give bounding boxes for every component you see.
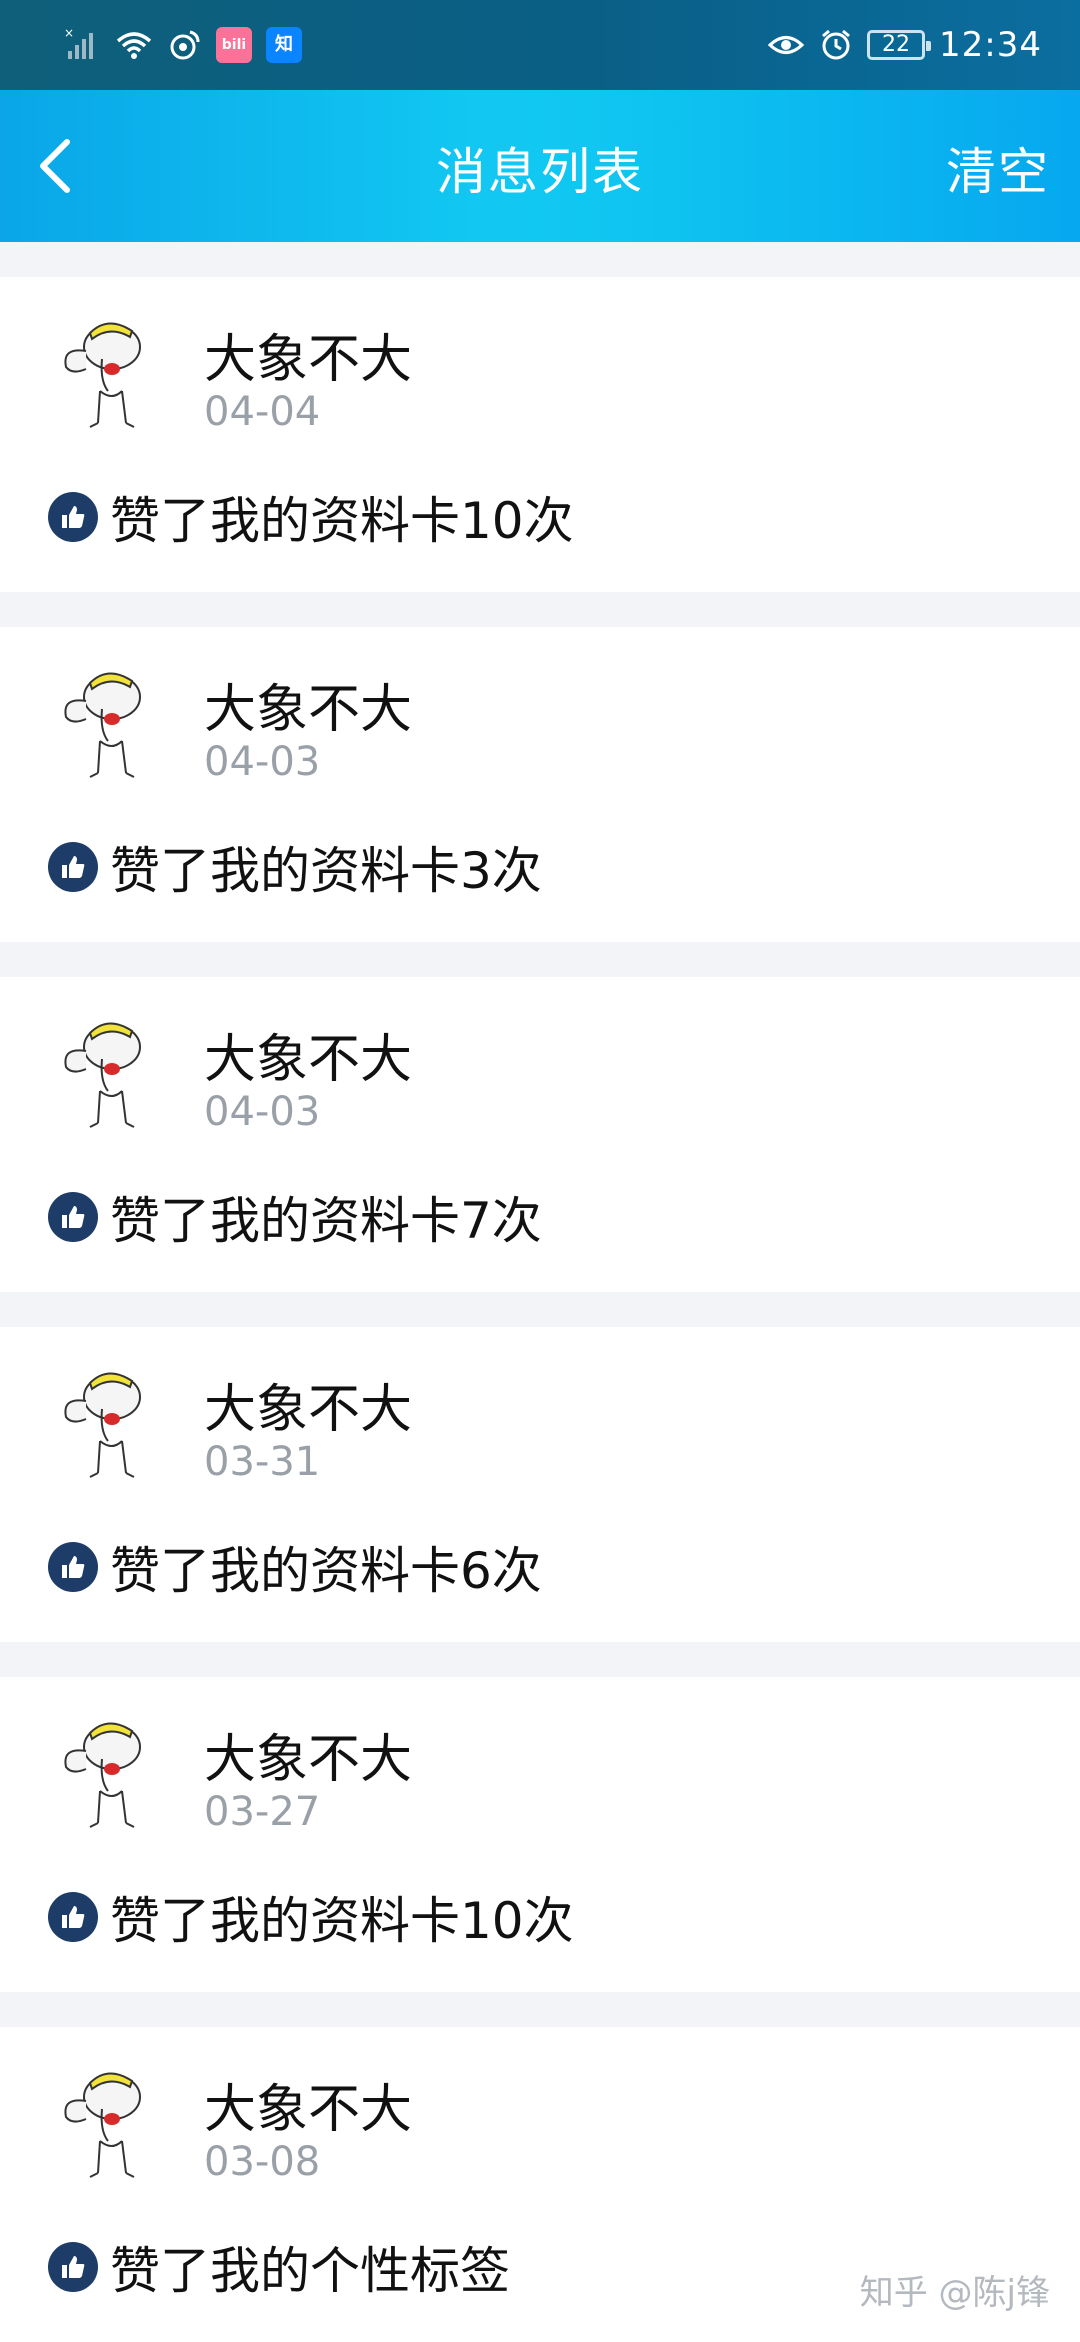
message-date: 03-31 [204, 1439, 320, 1485]
message-row: 赞了我的资料卡3次 [48, 837, 542, 897]
list-item[interactable]: 大象不大 04-03 赞了我的资料卡7次 [0, 977, 1080, 1292]
message-date: 03-27 [204, 1789, 320, 1835]
alarm-icon [819, 28, 853, 62]
message-text: 赞了我的资料卡7次 [110, 1181, 542, 1253]
avatar[interactable] [42, 1711, 168, 1837]
message-date: 04-03 [204, 739, 320, 785]
list-item[interactable]: 大象不大 03-31 赞了我的资料卡6次 [0, 1327, 1080, 1642]
thumbs-up-icon [48, 1892, 98, 1942]
status-left: × bili 知 [64, 22, 302, 68]
bilibili-icon: bili [216, 27, 252, 63]
message-text: 赞了我的资料卡10次 [110, 1881, 574, 1953]
page-title: 消息列表 [0, 132, 1080, 204]
eye-icon [767, 30, 805, 60]
message-row: 赞了我的资料卡6次 [48, 1537, 542, 1597]
message-date: 03-08 [204, 2139, 320, 2185]
sender-name: 大象不大 [204, 1717, 412, 1792]
message-date: 04-03 [204, 1089, 320, 1135]
message-row: 赞了我的资料卡7次 [48, 1187, 542, 1247]
status-bar: × bili 知 22 12:34 [0, 0, 1080, 90]
avatar[interactable] [42, 1361, 168, 1487]
sender-name: 大象不大 [204, 1017, 412, 1092]
message-row: 赞了我的资料卡10次 [48, 1887, 574, 1947]
avatar[interactable] [42, 2061, 168, 2187]
avatar[interactable] [42, 311, 168, 437]
nav-bar: 消息列表 清空 [0, 90, 1080, 242]
thumbs-up-icon [48, 492, 98, 542]
sender-name: 大象不大 [204, 667, 412, 742]
message-text: 赞了我的资料卡6次 [110, 1531, 542, 1603]
sender-name: 大象不大 [204, 317, 412, 392]
signal-icon: × [64, 27, 100, 63]
message-row: 赞了我的个性标签 [48, 2237, 510, 2297]
svg-text:×: × [64, 27, 74, 40]
thumbs-up-icon [48, 1192, 98, 1242]
wifi-icon [114, 27, 154, 63]
list-item[interactable]: 大象不大 03-27 赞了我的资料卡10次 [0, 1677, 1080, 1992]
status-time: 12:34 [939, 25, 1042, 65]
status-right: 22 12:34 [767, 22, 1042, 68]
weibo-icon [168, 28, 202, 62]
thumbs-up-icon [48, 1542, 98, 1592]
sender-name: 大象不大 [204, 2067, 412, 2142]
message-text: 赞了我的资料卡10次 [110, 481, 574, 553]
avatar[interactable] [42, 661, 168, 787]
zhihu-icon: 知 [266, 27, 302, 63]
thumbs-up-icon [48, 2242, 98, 2292]
battery-indicator: 22 [867, 30, 925, 60]
message-row: 赞了我的资料卡10次 [48, 487, 574, 547]
clear-button[interactable]: 清空 [946, 132, 1050, 204]
watermark: 知乎 @陈j锋 [860, 2265, 1050, 2314]
message-date: 04-04 [204, 389, 320, 435]
thumbs-up-icon [48, 842, 98, 892]
sender-name: 大象不大 [204, 1367, 412, 1442]
list-item[interactable]: 大象不大 04-03 赞了我的资料卡3次 [0, 627, 1080, 942]
message-list: 大象不大 04-04 赞了我的资料卡10次 大象不大 04-03 赞了我的资料卡… [0, 242, 1080, 2342]
message-text: 赞了我的资料卡3次 [110, 831, 542, 903]
list-item[interactable]: 大象不大 04-04 赞了我的资料卡10次 [0, 277, 1080, 592]
message-text: 赞了我的个性标签 [110, 2231, 510, 2303]
avatar[interactable] [42, 1011, 168, 1137]
